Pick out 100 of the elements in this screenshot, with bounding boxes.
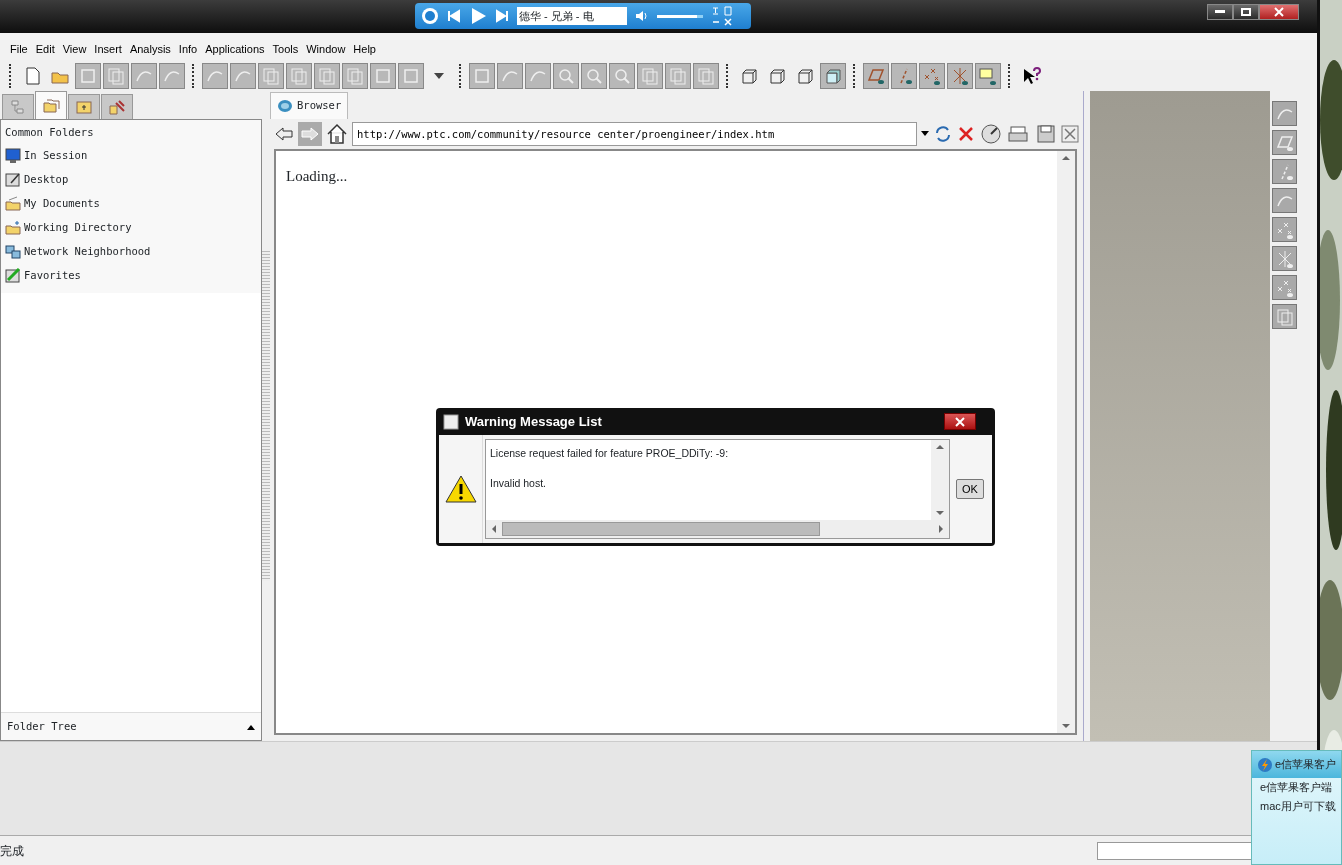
horizontal-scrollbar[interactable]: [486, 520, 949, 538]
folders-icon: [42, 96, 60, 115]
plane-button[interactable]: [863, 62, 889, 89]
folder-item[interactable]: Desktop: [5, 167, 257, 192]
coordinate-button[interactable]: [947, 62, 973, 89]
caret-icon[interactable]: [247, 723, 255, 730]
next-icon[interactable]: [495, 9, 509, 23]
save-icon[interactable]: [1035, 123, 1057, 145]
print-icon[interactable]: [1007, 123, 1031, 145]
plane-button[interactable]: [1272, 130, 1297, 155]
lightning-icon: [1257, 756, 1273, 773]
curve-button[interactable]: [1272, 188, 1297, 213]
scrollbar[interactable]: [1057, 151, 1075, 733]
menu-item[interactable]: View: [58, 40, 91, 57]
mini-icon[interactable]: [711, 5, 733, 16]
magnifier-button[interactable]: [581, 62, 607, 89]
refresh-icon[interactable]: [933, 124, 953, 144]
url-field[interactable]: http://www.ptc.com/community/resource_center/proengineer/index.htm: [352, 122, 917, 146]
window-controls-icon[interactable]: [711, 16, 733, 27]
menu-item[interactable]: Info: [174, 40, 202, 57]
menu-item[interactable]: Edit: [31, 40, 59, 57]
sheets-icon: [696, 65, 716, 86]
square-button[interactable]: [75, 62, 101, 89]
sheets-button[interactable]: [693, 62, 719, 89]
folder-icon: [75, 98, 93, 116]
sheets-icon: [317, 65, 337, 86]
points-button[interactable]: [919, 62, 945, 89]
stop-icon[interactable]: [957, 125, 975, 143]
sheets-button[interactable]: [637, 62, 663, 89]
square-button[interactable]: [370, 62, 396, 89]
sheets-button[interactable]: [103, 62, 129, 89]
menu-item[interactable]: Tools: [268, 40, 303, 57]
panel-tab[interactable]: [68, 94, 100, 119]
curve-button[interactable]: [1272, 101, 1297, 126]
folder-icon: [5, 195, 21, 212]
play-icon[interactable]: [469, 7, 487, 25]
maximize-button[interactable]: [1233, 4, 1259, 20]
curve-button[interactable]: [525, 62, 551, 89]
folder-item[interactable]: My Documents: [5, 191, 257, 216]
panel-tab[interactable]: [101, 94, 133, 119]
axis-button[interactable]: [891, 62, 917, 89]
sheets-button[interactable]: [1272, 304, 1297, 329]
close-icon[interactable]: [1061, 125, 1079, 143]
menu-item[interactable]: Analysis: [125, 40, 175, 57]
message-text: License request failed for feature PROE_DDiTy: -9:: [490, 446, 730, 461]
disc-icon[interactable]: [979, 123, 1003, 145]
curve-button[interactable]: [230, 62, 256, 89]
tree-icon: [9, 98, 27, 116]
sheets-icon: [1274, 306, 1295, 327]
axis-button[interactable]: [1272, 159, 1297, 184]
square-button[interactable]: [469, 62, 495, 89]
scrollbar[interactable]: [931, 440, 949, 520]
sheets-button[interactable]: [314, 62, 340, 89]
menu-item[interactable]: Applications: [201, 40, 269, 57]
notification-title: e信苹果客户: [1275, 757, 1337, 773]
monitor-icon: [5, 147, 21, 164]
previous-icon[interactable]: [447, 9, 461, 23]
window-icon: [443, 413, 459, 430]
volume-icon[interactable]: [635, 9, 649, 23]
curve-button[interactable]: [159, 62, 185, 89]
folder-item[interactable]: Working Directory: [5, 215, 257, 240]
scroll-right-icon[interactable]: [937, 524, 945, 534]
sheets-button[interactable]: [258, 62, 284, 89]
coordinate-button[interactable]: [1272, 246, 1297, 271]
points-button[interactable]: [1272, 217, 1297, 242]
sheets-button[interactable]: [286, 62, 312, 89]
folder-item[interactable]: In Session: [5, 143, 257, 168]
note-button[interactable]: [975, 62, 1001, 89]
menu-item[interactable]: Help: [349, 40, 380, 57]
scroll-left-icon[interactable]: [490, 524, 498, 534]
maximize-icon: [1241, 8, 1251, 16]
magnifier-button[interactable]: [609, 62, 635, 89]
home-icon[interactable]: [326, 123, 348, 145]
scroll-thumb[interactable]: [502, 522, 820, 536]
minimize-icon: [1215, 10, 1225, 14]
menu-item[interactable]: Insert: [90, 40, 126, 57]
ok-button[interactable]: OK: [956, 479, 984, 499]
sheets-icon: [261, 65, 281, 86]
browser-tab[interactable]: Browser: [270, 92, 349, 119]
folder-icon: [5, 219, 21, 236]
curve-button[interactable]: [202, 62, 228, 89]
close-button[interactable]: [944, 413, 976, 430]
curve-button[interactable]: [497, 62, 523, 89]
menu-item[interactable]: Window: [302, 40, 350, 57]
panel-tab[interactable]: [35, 91, 67, 119]
folder-item[interactable]: Favorites: [5, 263, 257, 288]
logo-icon: [421, 7, 439, 25]
sheets-button[interactable]: [342, 62, 368, 89]
magnifier-button[interactable]: [553, 62, 579, 89]
close-button[interactable]: [1259, 4, 1299, 20]
folder-item[interactable]: Network Neighborhood: [5, 239, 257, 264]
cube-button[interactable]: [820, 62, 846, 89]
volume-slider[interactable]: [657, 14, 698, 18]
menu-item[interactable]: File: [6, 40, 32, 57]
minimize-button[interactable]: [1207, 4, 1233, 20]
points-button[interactable]: [1272, 275, 1297, 300]
dropdown-icon[interactable]: [921, 131, 929, 137]
sheets-button[interactable]: [665, 62, 691, 89]
back-arrow-icon[interactable]: [274, 126, 294, 142]
curve-button[interactable]: [131, 62, 157, 89]
